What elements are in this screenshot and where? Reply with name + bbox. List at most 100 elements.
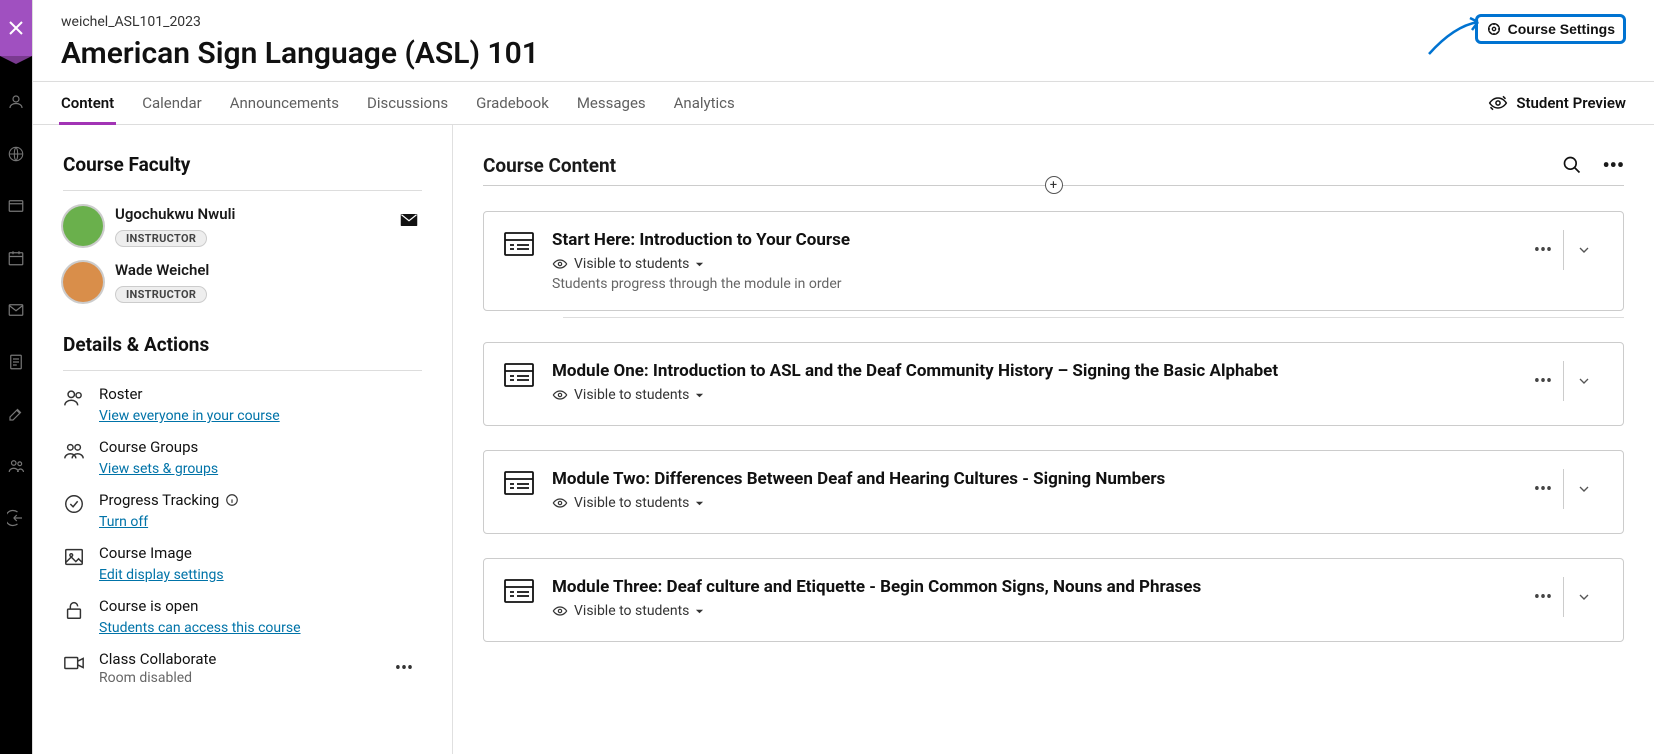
roster-icon <box>63 387 85 409</box>
visibility-toggle[interactable]: Visible to students <box>552 495 1505 511</box>
gear-icon <box>1486 21 1502 37</box>
tab-label: Content <box>61 94 114 112</box>
details-section: Details & Actions Roster View everyone i… <box>63 333 422 686</box>
tab-label: Announcements <box>230 94 339 112</box>
open-link[interactable]: Students can access this course <box>99 620 301 636</box>
module-title[interactable]: Start Here: Introduction to Your Course <box>552 230 1505 250</box>
course-settings-label: Course Settings <box>1508 21 1615 37</box>
module-title[interactable]: Module One: Introduction to ASL and the … <box>552 361 1505 381</box>
module-expand-button[interactable] <box>1563 230 1603 270</box>
eye-icon <box>552 603 568 619</box>
visibility-toggle[interactable]: Visible to students <box>552 256 1505 272</box>
module-more-button[interactable]: ••• <box>1523 230 1563 270</box>
caret-down-icon <box>695 260 704 269</box>
rail-grades-icon[interactable] <box>0 336 32 388</box>
module-icon <box>504 579 534 603</box>
image-link[interactable]: Edit display settings <box>99 567 224 583</box>
preview-icon <box>1488 93 1508 113</box>
action-open: Course is open Students can access this … <box>63 597 422 636</box>
add-content-divider: + <box>483 185 1624 203</box>
course-content: Course Content ••• + Start Here: Introdu… <box>453 125 1654 754</box>
tab-gradebook[interactable]: Gradebook <box>476 82 549 124</box>
action-label: Course Image <box>99 544 224 562</box>
groups-link[interactable]: View sets & groups <box>99 461 218 477</box>
visibility-toggle[interactable]: Visible to students <box>552 387 1505 403</box>
rail-calendar-icon[interactable] <box>0 232 32 284</box>
rail-profile-icon[interactable] <box>0 76 32 128</box>
rail-compose-icon[interactable] <box>0 388 32 440</box>
tab-content[interactable]: Content <box>61 82 114 124</box>
course-sidebar: Course Faculty Ugochukwu Nwuli INSTRUCTO… <box>33 125 453 754</box>
close-button[interactable] <box>0 0 32 56</box>
course-tabs: Content Calendar Announcements Discussio… <box>61 82 735 124</box>
visibility-toggle[interactable]: Visible to students <box>552 603 1505 619</box>
tab-discussions[interactable]: Discussions <box>367 82 448 124</box>
module-title[interactable]: Module Two: Differences Between Deaf and… <box>552 469 1505 489</box>
course-title-block: weichel_ASL101_2023 American Sign Langua… <box>61 14 539 71</box>
action-label: Course is open <box>99 597 301 615</box>
unlock-icon <box>63 599 85 621</box>
course-header: weichel_ASL101_2023 American Sign Langua… <box>33 0 1654 81</box>
caret-down-icon <box>695 607 704 616</box>
collab-more-button[interactable]: ••• <box>386 650 422 686</box>
tab-analytics[interactable]: Analytics <box>674 82 735 124</box>
module-icon <box>504 232 534 256</box>
module-more-button[interactable]: ••• <box>1523 361 1563 401</box>
action-label: Course Groups <box>99 438 218 456</box>
caret-down-icon <box>695 499 704 508</box>
rail-courses-icon[interactable] <box>0 180 32 232</box>
tab-messages[interactable]: Messages <box>577 82 646 124</box>
action-groups: Course Groups View sets & groups <box>63 438 422 477</box>
module-icon <box>504 471 534 495</box>
module-title[interactable]: Module Three: Deaf culture and Etiquette… <box>552 577 1505 597</box>
student-preview-button[interactable]: Student Preview <box>1488 93 1626 113</box>
tab-label: Gradebook <box>476 94 549 112</box>
search-icon[interactable] <box>1562 155 1582 175</box>
tab-label: Messages <box>577 94 646 112</box>
video-icon <box>63 652 85 674</box>
rail-signout-icon[interactable] <box>0 492 32 544</box>
course-title: American Sign Language (ASL) 101 <box>61 36 539 71</box>
tab-announcements[interactable]: Announcements <box>230 82 339 124</box>
role-badge: INSTRUCTOR <box>115 286 207 303</box>
roster-link[interactable]: View everyone in your course <box>99 408 280 424</box>
content-more-icon[interactable]: ••• <box>1602 153 1624 177</box>
mail-icon[interactable] <box>400 213 418 227</box>
avatar <box>63 206 103 246</box>
action-label: Progress Tracking <box>99 491 239 509</box>
action-image: Course Image Edit display settings <box>63 544 422 583</box>
rail-messages-icon[interactable] <box>0 284 32 336</box>
module-more-button[interactable]: ••• <box>1523 577 1563 617</box>
add-content-button[interactable]: + <box>1045 176 1063 194</box>
action-roster: Roster View everyone in your course <box>63 385 422 424</box>
eye-icon <box>552 387 568 403</box>
eye-icon <box>552 495 568 511</box>
details-section-title: Details & Actions <box>63 333 422 371</box>
faculty-section-title: Course Faculty <box>63 153 422 191</box>
course-settings-button[interactable]: Course Settings <box>1475 14 1626 44</box>
module-icon <box>504 363 534 387</box>
module-more-button[interactable]: ••• <box>1523 469 1563 509</box>
module-expand-button[interactable] <box>1563 361 1603 401</box>
tab-label: Discussions <box>367 94 448 112</box>
collab-sub: Room disabled <box>99 670 216 686</box>
chevron-down-icon <box>1576 242 1592 258</box>
groups-icon <box>63 440 85 462</box>
module-expand-button[interactable] <box>1563 577 1603 617</box>
course-code: weichel_ASL101_2023 <box>61 14 539 30</box>
rail-globe-icon[interactable] <box>0 128 32 180</box>
nav-rail <box>0 0 32 754</box>
tabs-row: Content Calendar Announcements Discussio… <box>33 81 1654 125</box>
tab-calendar[interactable]: Calendar <box>142 82 202 124</box>
progress-link[interactable]: Turn off <box>99 514 148 530</box>
faculty-name: Ugochukwu Nwuli <box>115 205 235 223</box>
info-icon[interactable] <box>225 493 239 507</box>
module-card: Start Here: Introduction to Your Course … <box>483 211 1624 311</box>
module-card: Module Two: Differences Between Deaf and… <box>483 450 1624 534</box>
rail-groups-icon[interactable] <box>0 440 32 492</box>
main-panel: weichel_ASL101_2023 American Sign Langua… <box>32 0 1654 754</box>
eye-icon <box>552 256 568 272</box>
module-expand-button[interactable] <box>1563 469 1603 509</box>
module-divider <box>563 317 1624 318</box>
caret-down-icon <box>695 391 704 400</box>
